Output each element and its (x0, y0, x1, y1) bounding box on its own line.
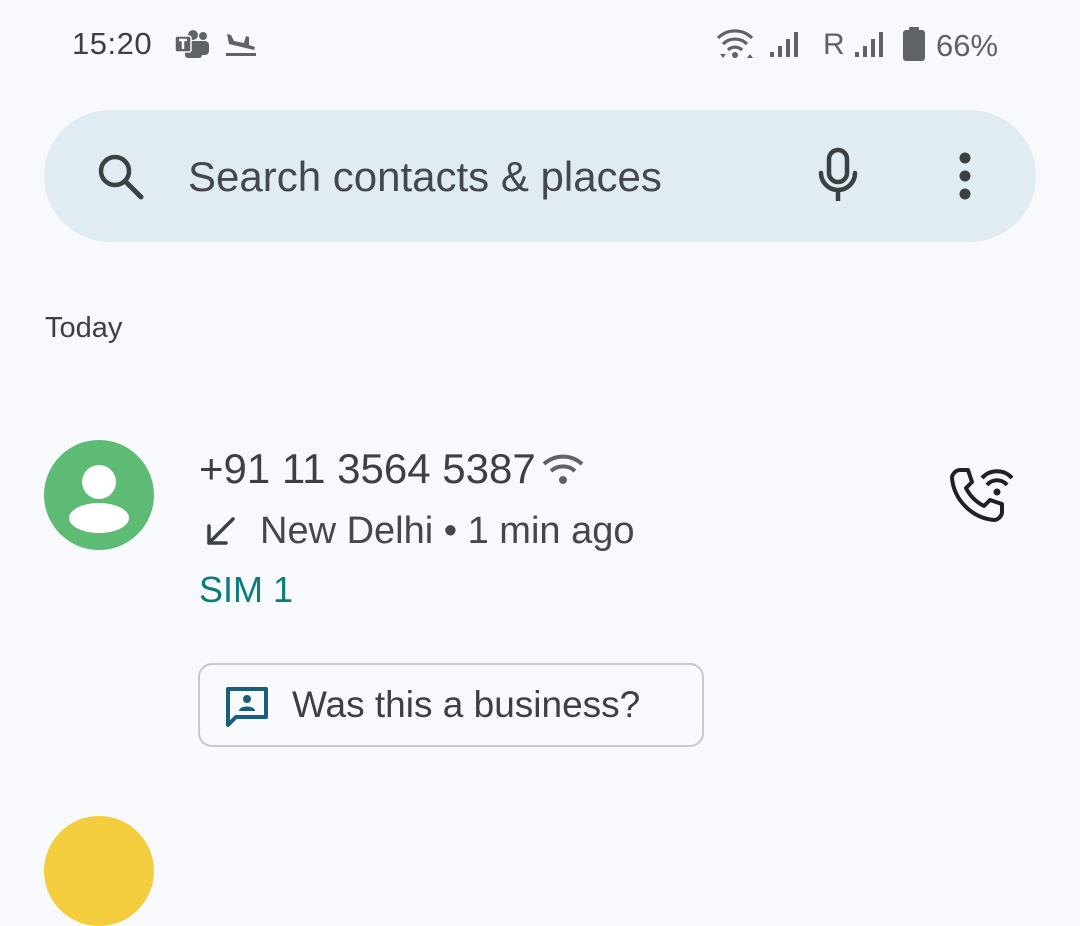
wifi-call-icon[interactable] (946, 466, 1016, 526)
avatar[interactable] (44, 816, 154, 926)
wifi-icon (716, 28, 754, 65)
signal-icon (853, 30, 887, 63)
status-bar: 15:20 R 66% (0, 0, 1080, 90)
call-details: New Delhi • 1 min ago (260, 508, 635, 554)
business-feedback-icon (224, 685, 270, 736)
call-number: +91 11 3564 5387 (199, 445, 536, 492)
sim-label: SIM 1 (199, 569, 294, 610)
roaming-indicator: R (823, 28, 845, 61)
search-input[interactable]: Search contacts & places (188, 150, 662, 204)
mic-icon[interactable] (816, 147, 860, 210)
call-location: New Delhi (260, 510, 434, 552)
details-separator: • (443, 510, 458, 552)
flight-arrival-icon (224, 30, 258, 63)
wifi-calling-icon (541, 452, 585, 491)
search-icon[interactable] (94, 150, 146, 207)
status-time: 15:20 (72, 26, 153, 61)
person-icon (69, 465, 129, 533)
chip-label: Was this a business? (292, 684, 641, 725)
battery-percent: 66% (936, 28, 999, 63)
incoming-call-arrow-icon (203, 514, 239, 555)
battery-icon (902, 26, 926, 67)
signal-icon (768, 30, 802, 63)
was-business-button[interactable]: Was this a business? (198, 663, 704, 747)
teams-icon (174, 30, 210, 65)
avatar[interactable] (44, 440, 154, 550)
more-vert-icon[interactable] (947, 150, 983, 207)
call-time-ago: 1 min ago (467, 510, 635, 552)
section-header-today: Today (45, 312, 123, 344)
